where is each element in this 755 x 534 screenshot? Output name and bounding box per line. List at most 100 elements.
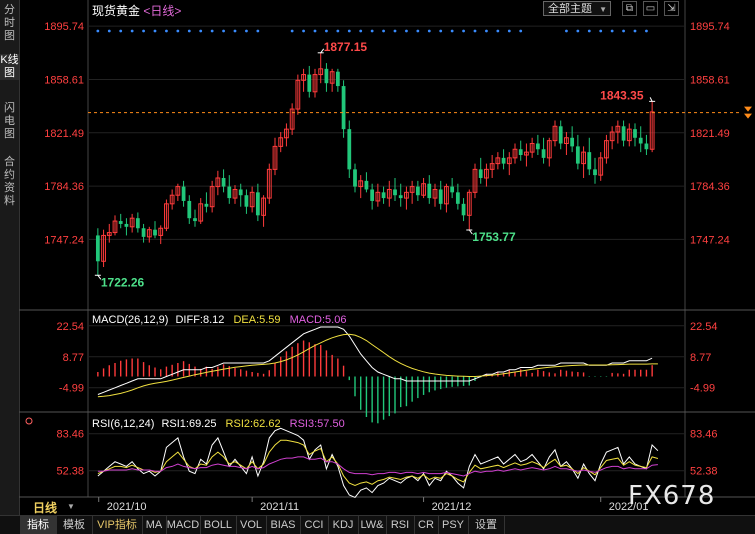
indicator-tab-8[interactable]: CCI — [300, 516, 329, 534]
candle-body-down — [450, 186, 455, 193]
candle-body-down — [570, 137, 575, 147]
rsi-tick-left: 52.38 — [56, 466, 84, 478]
indicator-toolbar: 指标 模板 VIP指标 MA MACD BOLL VOL BIAS CCI KDJ LW& RSI CR… — [0, 515, 755, 534]
indicator-tab-12[interactable]: CR — [414, 516, 439, 534]
x-tick-label: 2021/10 — [107, 501, 147, 513]
chevron-down-icon[interactable]: ▼ — [67, 502, 75, 511]
indicator-tab-1[interactable]: 模板 — [56, 516, 93, 534]
signal-dot — [519, 29, 523, 33]
indicator-tab-0[interactable]: 指标 — [20, 516, 57, 534]
signal-dot — [633, 29, 637, 33]
indicator-tab-9[interactable]: KDJ — [328, 516, 359, 534]
signal-dot — [473, 29, 477, 33]
candle-body-down — [227, 186, 232, 199]
macd-title: MACD(26,12,9) — [92, 314, 168, 326]
signal-dot — [336, 29, 340, 33]
signal-dot — [233, 29, 237, 33]
price-annotation: 1753.77 — [472, 230, 516, 244]
candle-body-down — [398, 195, 403, 199]
candle-body-down — [187, 200, 192, 219]
candle-body-down — [541, 149, 546, 158]
macd-legend: MACD(26,12,9) DIFF:8.12 DEA:5.59 MACD:5.… — [92, 314, 346, 326]
macd-tick-right: -4.99 — [690, 383, 715, 395]
price-candlestick-chart: 1877.15 1722.26 1753.77 1843.35 — [88, 29, 752, 289]
indicator-tab-2[interactable]: VIP指标 — [92, 516, 143, 534]
candle-body-down — [638, 137, 643, 144]
price-tick-left: 1858.61 — [44, 74, 84, 86]
signal-dot — [507, 29, 511, 33]
rsi3-value: RSI3:57.50 — [290, 418, 345, 430]
macd-tick-right: 8.77 — [690, 352, 711, 364]
signal-dot — [130, 29, 134, 33]
signal-dot — [382, 29, 385, 33]
candle-body-down — [535, 143, 540, 150]
signal-dot — [96, 29, 100, 33]
indicator-tab-6[interactable]: VOL — [236, 516, 267, 534]
candle-body-down — [238, 189, 243, 196]
rsi1-line — [97, 427, 659, 499]
signal-dot — [210, 29, 214, 33]
signal-dot — [256, 29, 260, 33]
candle-body-down — [95, 235, 100, 262]
signal-dot — [347, 29, 351, 33]
period-selector[interactable]: 日线 — [33, 499, 57, 516]
rsi-legend: RSI(6,12,24) RSI1:69.25 RSI2:62.62 RSI3:… — [92, 418, 345, 430]
indicator-tab-5[interactable]: BOLL — [200, 516, 237, 534]
price-tick-right: 1858.61 — [690, 74, 730, 86]
signal-dot — [427, 29, 431, 33]
rsi2-line — [97, 439, 659, 487]
candle-body-down — [370, 189, 375, 201]
signal-dot — [416, 29, 420, 33]
price-annotation: 1843.35 — [600, 88, 644, 102]
candle-body-down — [478, 169, 483, 178]
signal-dot — [142, 29, 145, 33]
indicator-tab-4[interactable]: MACD — [166, 516, 201, 534]
chart-canvas[interactable]: 1877.15 1722.26 1753.77 1843.35 1895.74 1895… — [0, 0, 755, 515]
candle-body-down — [353, 169, 357, 187]
indicator-tab-10[interactable]: LW& — [358, 516, 387, 534]
indicator-tab-7[interactable]: BIAS — [266, 516, 301, 534]
signal-dot — [119, 29, 123, 33]
candle-body-down — [633, 129, 637, 138]
signal-dot — [165, 29, 168, 33]
signal-dot — [245, 29, 248, 33]
price-tick-right: 1821.49 — [690, 128, 730, 140]
candle-body-down — [118, 221, 123, 224]
rsi2-value: RSI2:62.62 — [226, 418, 281, 430]
indicator-tab-3[interactable]: MA — [142, 516, 167, 534]
rsi3-line — [97, 456, 658, 477]
current-price-marker — [744, 106, 752, 119]
price-tick-left: 1784.36 — [44, 181, 84, 193]
indicator-tab-13[interactable]: PSY — [438, 516, 469, 534]
rsi-tick-right: 83.46 — [690, 429, 718, 441]
macd-macd-value: MACD:5.06 — [290, 314, 347, 326]
signal-dot — [290, 29, 294, 33]
price-tick-right: 1784.36 — [690, 181, 730, 193]
candle-body-down — [427, 183, 432, 199]
candle-body-down — [415, 186, 420, 196]
candle-body-down — [461, 203, 466, 216]
candle-body-down — [244, 195, 249, 207]
indicator-tab-14[interactable]: 设置 — [468, 516, 505, 534]
signal-dot — [187, 29, 191, 33]
signal-dot — [176, 29, 180, 33]
price-tick-left: 1895.74 — [44, 21, 84, 33]
signal-dot — [325, 29, 328, 33]
candle-body-down — [255, 192, 260, 216]
candle-body-down — [593, 169, 597, 176]
candle-body-down — [324, 68, 329, 84]
macd-tick-left: 22.54 — [56, 321, 84, 333]
signal-dot — [302, 29, 305, 33]
macd-diff-line — [97, 326, 653, 395]
indicator-settings-icon[interactable] — [25, 417, 33, 425]
candle-body-down — [124, 223, 129, 227]
candle-body-down — [193, 218, 197, 222]
rsi-tick-right: 52.38 — [690, 466, 718, 478]
x-tick-label: 2021/11 — [260, 501, 299, 513]
watermark-logo: FX678 — [628, 481, 716, 511]
indicator-tab-11[interactable]: RSI — [386, 516, 415, 534]
candle-body-down — [501, 157, 506, 164]
signal-dot — [313, 29, 317, 33]
signal-dot — [565, 29, 568, 33]
signal-dot — [450, 29, 454, 33]
